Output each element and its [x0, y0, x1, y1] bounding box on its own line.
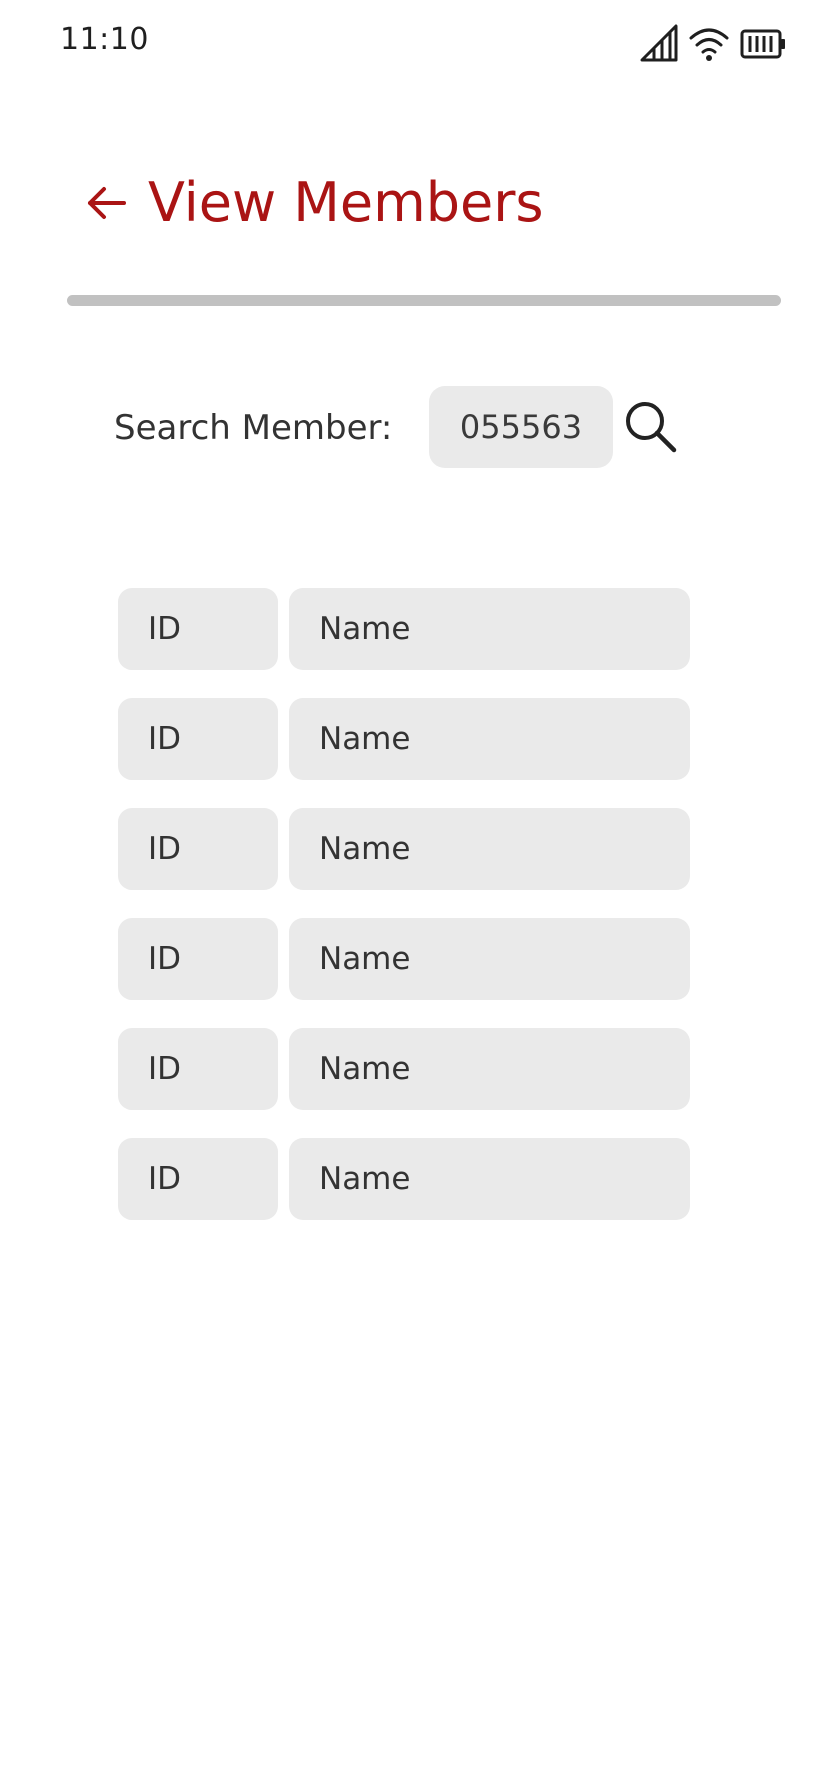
- member-name-cell: Name: [289, 1138, 690, 1220]
- search-button[interactable]: [622, 398, 678, 454]
- member-name-cell: Name: [289, 918, 690, 1000]
- member-id-cell: ID: [118, 1028, 278, 1110]
- member-row[interactable]: ID Name: [118, 1028, 690, 1110]
- battery-icon: [740, 29, 785, 59]
- status-icons: [640, 24, 790, 64]
- member-id-cell: ID: [118, 918, 278, 1000]
- member-id-cell: ID: [118, 808, 278, 890]
- wifi-icon: [689, 28, 729, 61]
- member-name-cell: Name: [289, 1028, 690, 1110]
- header-divider: [67, 295, 781, 306]
- member-name-cell: Name: [289, 588, 690, 670]
- member-row[interactable]: ID Name: [118, 588, 690, 670]
- member-row[interactable]: ID Name: [118, 1138, 690, 1220]
- cellular-signal-icon: [640, 24, 678, 62]
- member-name-cell: Name: [289, 808, 690, 890]
- member-id-cell: ID: [118, 588, 278, 670]
- member-row[interactable]: ID Name: [118, 808, 690, 890]
- back-button[interactable]: [84, 180, 130, 226]
- member-id-cell: ID: [118, 698, 278, 780]
- search-label: Search Member:: [114, 408, 393, 448]
- member-list: ID Name ID Name ID Name ID Name ID Name …: [118, 588, 690, 1248]
- member-name-cell: Name: [289, 698, 690, 780]
- search-icon: [626, 402, 677, 453]
- arrow-left-icon: [88, 187, 126, 219]
- status-time: 11:10: [60, 22, 149, 57]
- page-title: View Members: [148, 171, 544, 234]
- search-input[interactable]: [429, 386, 613, 468]
- member-id-cell: ID: [118, 1138, 278, 1220]
- member-row[interactable]: ID Name: [118, 918, 690, 1000]
- member-row[interactable]: ID Name: [118, 698, 690, 780]
